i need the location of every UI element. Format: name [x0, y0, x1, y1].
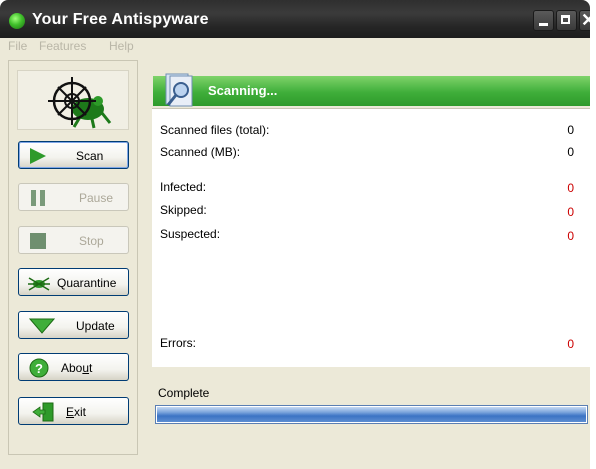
stat-value-infected: 0: [567, 181, 574, 195]
stat-value-suspected: 0: [567, 229, 574, 243]
pause-icon: [31, 190, 45, 206]
stat-label-scanned-mb: Scanned (MB):: [160, 145, 241, 159]
play-icon: [30, 148, 46, 164]
crosshair-bug-icon: [48, 77, 112, 129]
stat-value-scanned-files: 0: [567, 123, 574, 137]
stat-value-errors: 0: [567, 337, 574, 351]
maximize-icon[interactable]: [556, 10, 577, 31]
menu-features[interactable]: Features: [39, 39, 86, 53]
menu-file[interactable]: File: [8, 39, 27, 53]
stat-label-infected: Infected:: [160, 180, 207, 194]
scan-status-header: Scanning...: [153, 73, 590, 107]
stop-icon: [30, 233, 46, 249]
about-button-label: About: [61, 361, 93, 375]
app-logo: [17, 70, 129, 130]
stat-value-scanned-mb: 0: [567, 145, 574, 159]
scan-button-label: Scan: [76, 149, 104, 163]
scan-button[interactable]: Scan: [18, 141, 129, 169]
progress-bar: [155, 405, 588, 424]
menu-bar: File Features Help: [0, 38, 590, 56]
window-title: Your Free Antispyware: [32, 11, 209, 28]
quarantine-button[interactable]: Quarantine: [18, 268, 129, 296]
stat-label-suspected: Suspected:: [160, 227, 221, 241]
stat-value-skipped: 0: [567, 205, 574, 219]
exit-button-label: Exit: [66, 405, 87, 419]
progress-bar-fill: [157, 407, 586, 422]
scan-status-text: Scanning...: [208, 83, 278, 98]
app-window: Your Free Antispyware ✕ File Features He…: [0, 0, 590, 469]
help-icon: ?: [29, 358, 49, 378]
update-button[interactable]: Update: [18, 311, 129, 339]
progress-label: Complete: [158, 386, 210, 400]
minimize-icon[interactable]: [533, 10, 554, 31]
download-arrow-icon: [29, 318, 55, 334]
status-bar: [0, 463, 590, 469]
pause-button[interactable]: Pause: [18, 183, 129, 211]
magnifier-document-icon: [165, 73, 193, 107]
update-button-label: Update: [76, 319, 115, 333]
menu-help[interactable]: Help: [109, 39, 134, 53]
screen-edge: [590, 0, 596, 469]
app-globe-icon: [9, 13, 25, 29]
quarantine-button-label: Quarantine: [57, 276, 117, 290]
exit-button[interactable]: Exit: [18, 397, 129, 425]
title-bar[interactable]: Your Free Antispyware ✕: [0, 0, 590, 38]
svg-text:?: ?: [35, 361, 43, 376]
bug-icon: [28, 277, 50, 291]
exit-door-icon: [32, 402, 54, 422]
stat-label-scanned-files: Scanned files (total):: [160, 123, 270, 137]
pause-button-label: Pause: [79, 191, 114, 205]
close-icon[interactable]: ✕: [579, 10, 590, 31]
stat-label-skipped: Skipped:: [160, 203, 207, 217]
about-button[interactable]: ? About: [18, 353, 129, 381]
stop-button[interactable]: Stop: [18, 226, 129, 254]
stat-label-errors: Errors:: [160, 336, 196, 350]
stop-button-label: Stop: [79, 234, 104, 248]
